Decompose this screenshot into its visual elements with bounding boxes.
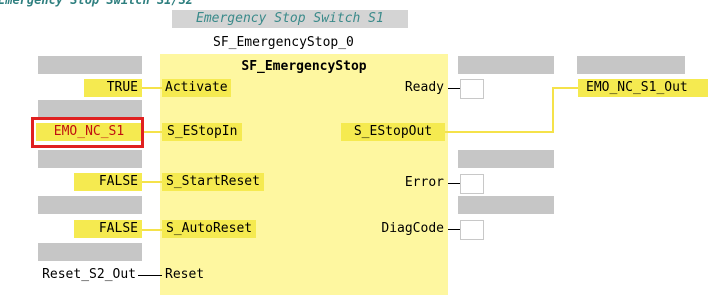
output-box-diagcode[interactable] bbox=[460, 220, 484, 240]
output-box-ready[interactable] bbox=[460, 79, 484, 99]
param-placeholder[interactable] bbox=[38, 100, 142, 118]
wire bbox=[448, 88, 460, 89]
pin-s-startreset: S_StartReset bbox=[162, 173, 264, 191]
input-value-s-autoreset[interactable]: FALSE bbox=[74, 220, 142, 238]
pin-s-estopout: S_EStopOut bbox=[341, 123, 445, 141]
wire bbox=[142, 229, 162, 231]
param-placeholder[interactable] bbox=[38, 56, 142, 74]
param-placeholder[interactable] bbox=[577, 56, 685, 74]
pin-s-estopin: S_EStopIn bbox=[162, 123, 243, 141]
instance-name[interactable]: SF_EmergencyStop_0 bbox=[213, 34, 354, 52]
param-placeholder[interactable] bbox=[38, 243, 142, 261]
wire bbox=[138, 275, 162, 276]
wire bbox=[552, 87, 578, 89]
wire bbox=[448, 229, 460, 230]
output-value-s-estopout[interactable]: EMO_NC_S1_Out bbox=[578, 79, 708, 97]
wire bbox=[142, 181, 162, 183]
pin-s-autoreset: S_AutoReset bbox=[162, 220, 257, 238]
wire bbox=[448, 183, 460, 184]
param-placeholder[interactable] bbox=[458, 196, 554, 214]
input-value-activate[interactable]: TRUE bbox=[84, 79, 142, 97]
wire bbox=[142, 87, 162, 89]
network-comment[interactable]: Emergency Stop Switch S1 bbox=[172, 10, 408, 28]
param-placeholder[interactable] bbox=[38, 196, 142, 214]
param-placeholder[interactable] bbox=[38, 150, 142, 168]
input-value-reset[interactable]: Reset_S2_Out bbox=[0, 266, 136, 284]
param-placeholder[interactable] bbox=[458, 150, 554, 168]
input-value-s-startreset[interactable]: FALSE bbox=[74, 173, 142, 191]
wire bbox=[144, 131, 162, 133]
pin-activate: Activate bbox=[162, 79, 231, 97]
output-box-error[interactable] bbox=[460, 174, 484, 194]
block-type-name: SF_EmergencyStop bbox=[241, 59, 367, 74]
pin-diagcode: DiagCode bbox=[381, 221, 444, 236]
pin-reset: Reset bbox=[165, 267, 205, 282]
selection-rect bbox=[31, 117, 144, 148]
wire bbox=[552, 87, 554, 133]
wire bbox=[445, 131, 553, 133]
network-title: Emergency Stop Switch S1/S2 bbox=[0, 0, 194, 7]
param-placeholder[interactable] bbox=[458, 56, 554, 74]
pin-ready: Ready bbox=[404, 80, 444, 95]
pin-error: Error bbox=[404, 175, 444, 190]
